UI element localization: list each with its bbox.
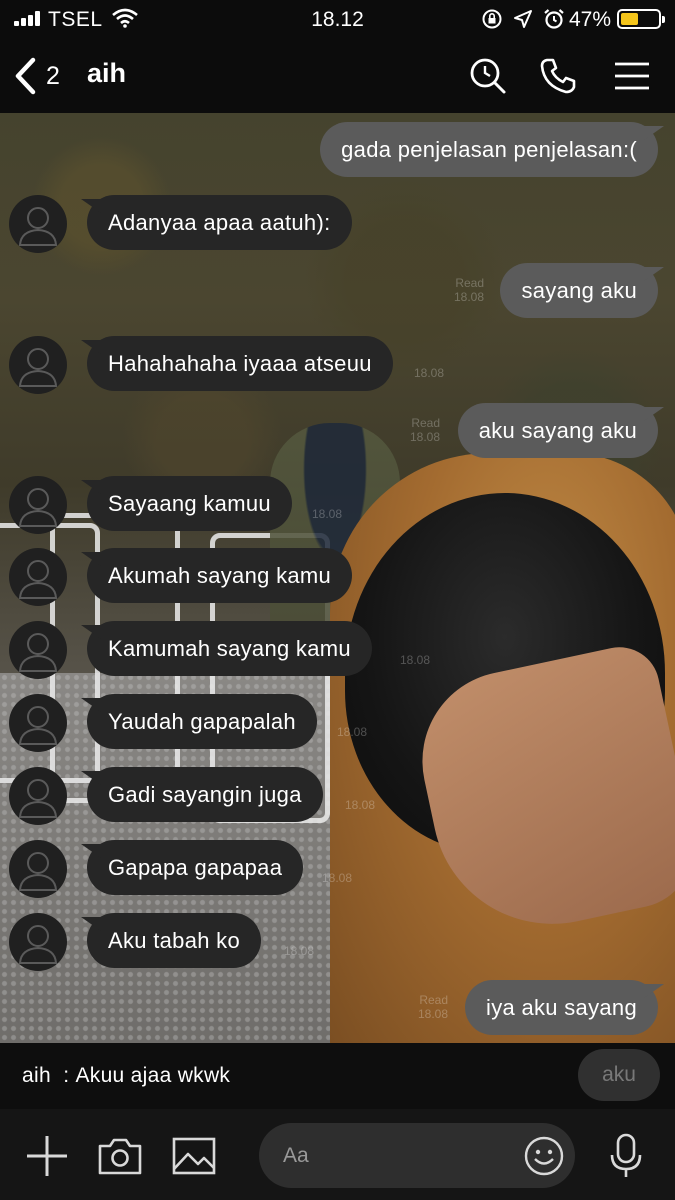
- message-bubble-outgoing[interactable]: gada penjelasan penjelasan:(: [320, 122, 658, 177]
- search-icon[interactable]: [468, 56, 508, 96]
- status-bar: TSEL 18.12 47%: [0, 0, 675, 38]
- location-icon: [514, 10, 532, 28]
- message-bubble-outgoing: aku: [578, 1049, 660, 1101]
- message-bubble-incoming[interactable]: Adanyaa apaa aatuh):: [87, 195, 352, 250]
- phone-icon[interactable]: [538, 56, 578, 96]
- message-time: 18.08: [284, 944, 315, 958]
- message-meta: Read 18.08: [440, 276, 484, 304]
- message-bubble-incoming[interactable]: Sayaang kamuu: [87, 476, 292, 531]
- camera-icon[interactable]: [97, 1133, 143, 1179]
- avatar[interactable]: [9, 476, 67, 534]
- default-avatar-icon: [18, 925, 58, 964]
- menu-icon[interactable]: [612, 56, 652, 96]
- message-time: 18.08: [409, 430, 440, 444]
- message-bubble-outgoing[interactable]: sayang aku: [500, 263, 658, 318]
- avatar[interactable]: [9, 336, 67, 394]
- message-input[interactable]: [283, 1123, 503, 1188]
- chat-title: aih: [87, 58, 127, 88]
- preview-text: aih : Akuu ajaa wkwk: [22, 1064, 231, 1087]
- battery-icon: [617, 9, 665, 29]
- default-avatar-icon: [18, 633, 58, 672]
- default-avatar-icon: [18, 852, 58, 891]
- default-avatar-icon: [18, 779, 58, 818]
- image-icon[interactable]: [171, 1133, 217, 1179]
- default-avatar-icon: [18, 207, 58, 246]
- message-time: 18.08: [400, 653, 431, 667]
- back-button[interactable]: 2: [14, 54, 84, 98]
- message-input-bar: [0, 1109, 675, 1200]
- message-bubble-incoming[interactable]: Akumah sayang kamu: [87, 548, 353, 603]
- default-avatar-icon: [18, 348, 58, 387]
- message-time: 18.08: [414, 366, 445, 380]
- message-time: 18.08: [345, 798, 376, 812]
- message-meta: Read 18.08: [396, 416, 440, 444]
- avatar[interactable]: [9, 195, 67, 253]
- message-time: 18.08: [417, 1007, 448, 1021]
- avatar[interactable]: [9, 548, 67, 606]
- message-time: 18.08: [453, 290, 484, 304]
- avatar[interactable]: [9, 840, 67, 898]
- message-bubble-incoming[interactable]: Gadi sayangin juga: [87, 767, 323, 822]
- avatar[interactable]: [9, 621, 67, 679]
- avatar[interactable]: [9, 913, 67, 971]
- message-bubble-incoming[interactable]: Gapapa gapapaa: [87, 840, 304, 895]
- microphone-icon[interactable]: [603, 1133, 649, 1179]
- unread-count: 2: [46, 61, 60, 90]
- message-bubble-incoming[interactable]: Hahahahaha iyaaa atseuu: [87, 336, 393, 391]
- back-chevron-icon: [15, 57, 36, 95]
- avatar[interactable]: [9, 694, 67, 752]
- read-receipt: Read: [419, 993, 448, 1007]
- message-time: 18.08: [337, 725, 368, 739]
- message-bubble-outgoing[interactable]: aku sayang aku: [457, 403, 658, 458]
- read-receipt: Read: [455, 276, 484, 290]
- alarm-icon: [544, 9, 564, 29]
- avatar[interactable]: [9, 767, 67, 825]
- default-avatar-icon: [18, 488, 58, 527]
- new-message-preview[interactable]: aih : Akuu ajaa wkwk aku: [0, 1043, 675, 1109]
- emoji-icon[interactable]: [523, 1135, 565, 1177]
- message-bubble-outgoing[interactable]: iya aku sayang: [465, 980, 658, 1035]
- default-avatar-icon: [18, 560, 58, 599]
- plus-icon[interactable]: [24, 1133, 70, 1179]
- message-time: 18.08: [322, 871, 353, 885]
- status-icons: [481, 8, 565, 30]
- battery-percent: 47%: [568, 8, 611, 31]
- message-meta: Read 18.08: [404, 993, 448, 1021]
- message-bubble-incoming[interactable]: Yaudah gapapalah: [87, 694, 317, 749]
- message-bubble-incoming[interactable]: Kamumah sayang kamu: [87, 621, 372, 676]
- chat-header: 2 aih: [0, 38, 675, 113]
- message-list: gada penjelasan penjelasan:( Adanyaa apa…: [0, 113, 675, 1043]
- message-input-field[interactable]: [259, 1123, 575, 1188]
- message-bubble-incoming[interactable]: Aku tabah ko: [87, 913, 262, 968]
- message-time: 18.08: [312, 507, 343, 521]
- read-receipt: Read: [411, 416, 440, 430]
- default-avatar-icon: [18, 706, 58, 745]
- screen-lock-icon: [482, 9, 502, 29]
